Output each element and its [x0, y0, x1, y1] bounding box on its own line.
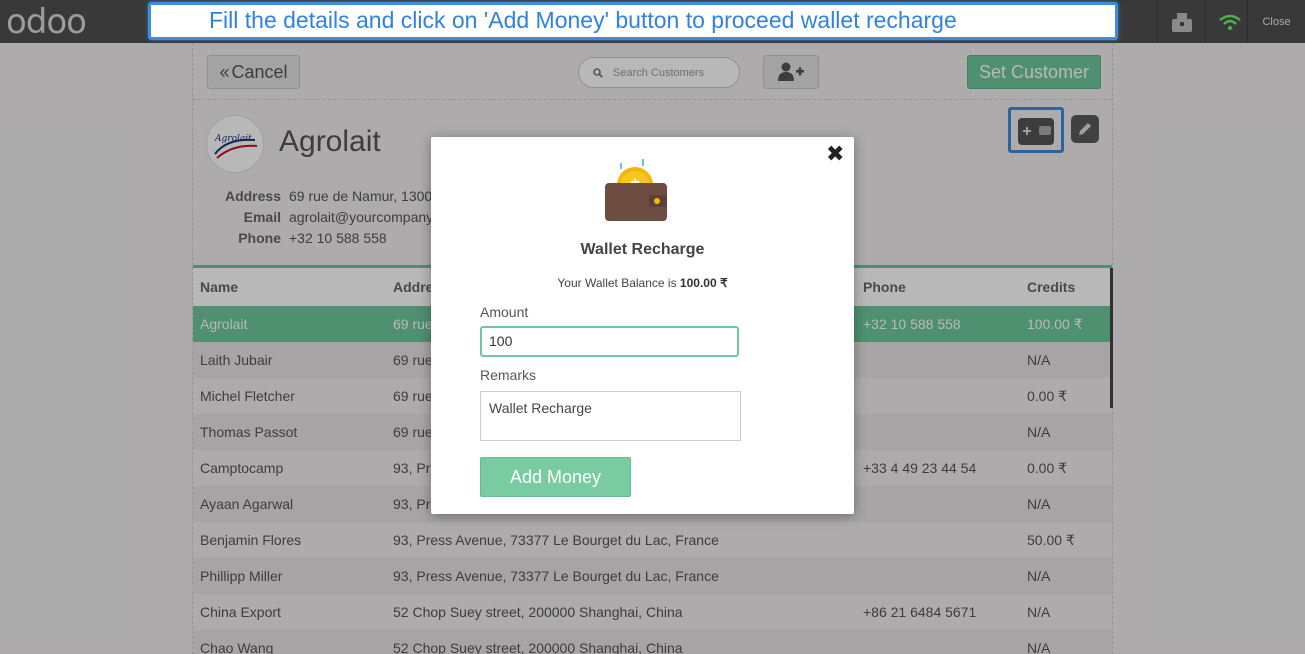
remarks-label: Remarks: [480, 367, 537, 383]
odoo-logo: odoo: [6, 2, 87, 42]
balance-value: 100.00 ₹: [679, 276, 728, 290]
dialog-title: Wallet Recharge: [580, 241, 705, 258]
wallet-icon: $: [605, 159, 667, 221]
wallet-balance: Your Wallet Balance is 100.00 ₹: [431, 276, 854, 290]
close-button[interactable]: Close: [1247, 0, 1305, 43]
tutorial-banner: Fill the details and click on 'Add Money…: [148, 2, 1118, 40]
amount-field[interactable]: 100: [480, 326, 739, 357]
wallet-recharge-dialog: ✖ $ Wallet Recharge Your Wallet Balance …: [431, 137, 854, 514]
amount-label: Amount: [480, 304, 529, 320]
add-money-button[interactable]: Add Money: [480, 457, 631, 497]
close-icon[interactable]: ✖: [826, 142, 844, 167]
cash-register-icon[interactable]: [1157, 0, 1205, 43]
wifi-icon: [1205, 0, 1253, 43]
remarks-field[interactable]: Wallet Recharge: [480, 391, 741, 441]
balance-prefix: Your Wallet Balance is: [557, 276, 677, 290]
